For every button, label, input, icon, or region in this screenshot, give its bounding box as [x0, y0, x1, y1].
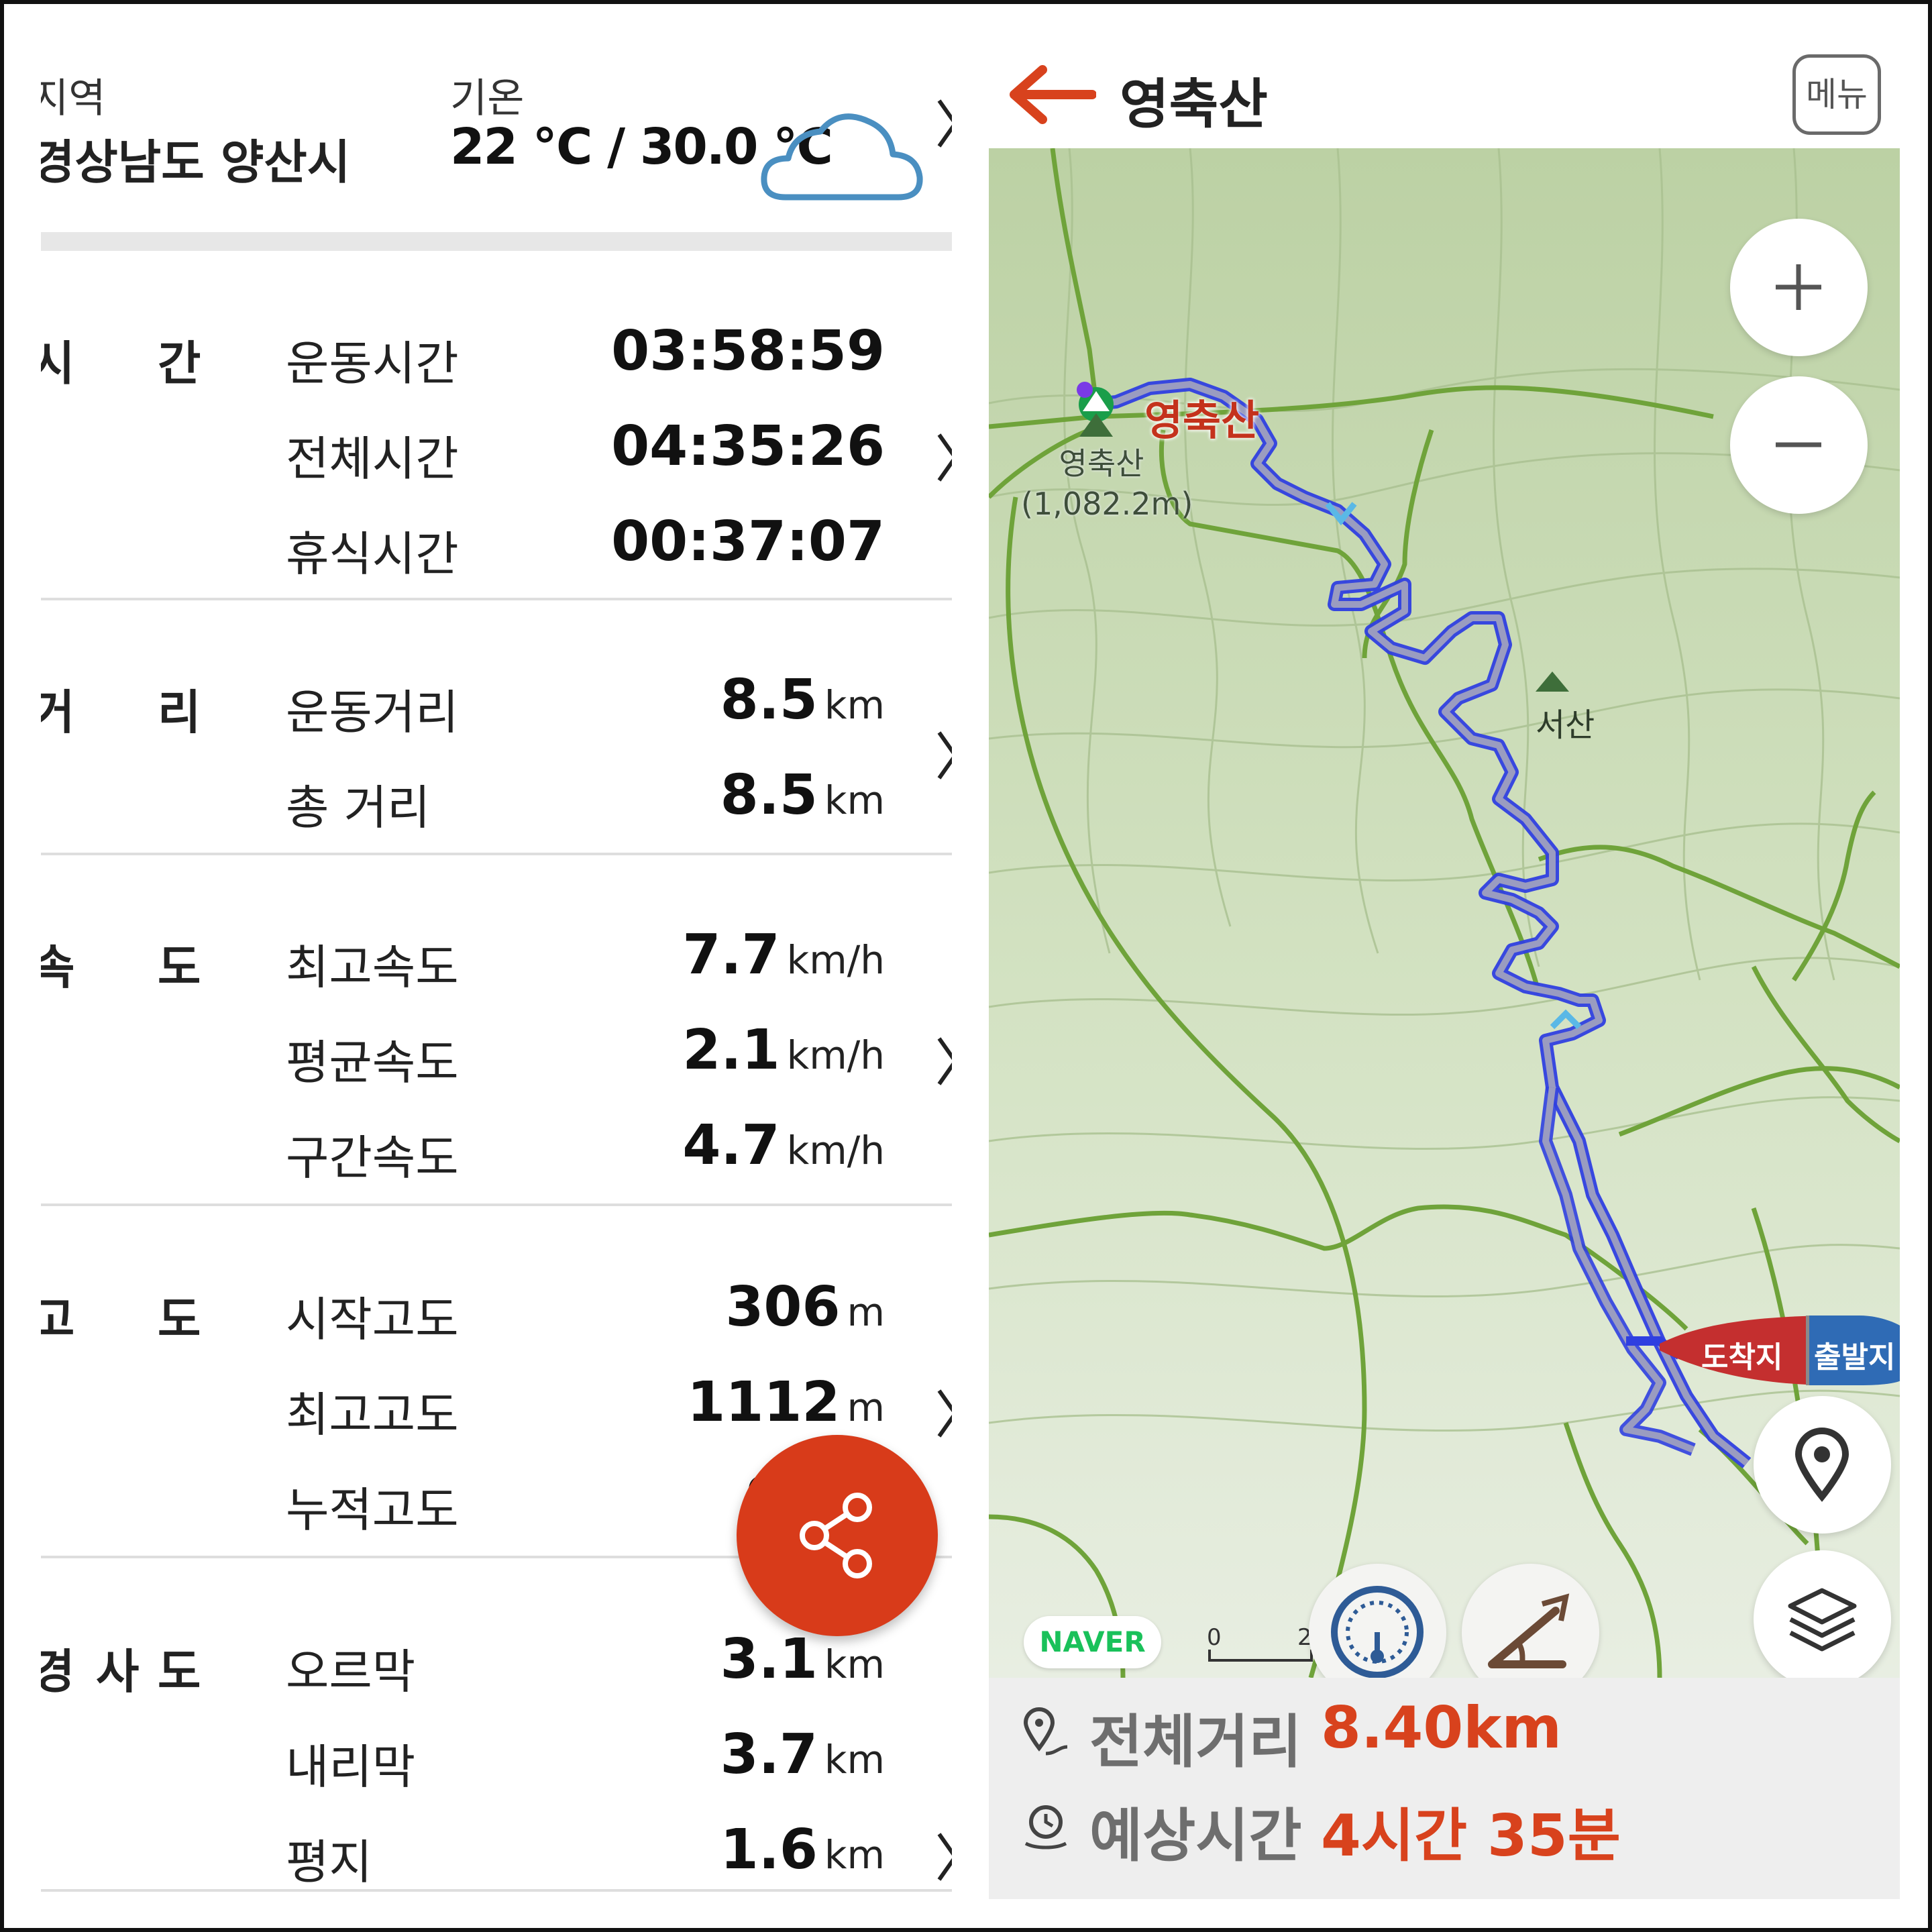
weather-row[interactable]: 지역 경상남도 양산시 기온 22 ℃ / 30.0 ℃: [41, 38, 952, 232]
max-altitude-label: 최고고도: [286, 1387, 459, 1442]
total-distance-label: 전체거리: [1089, 1709, 1302, 1776]
downhill-value: 3.7 km: [720, 1723, 885, 1786]
total-distance-value: 8.5 km: [720, 763, 885, 827]
avg-speed-value: 2.1 km/h: [682, 1018, 885, 1082]
peak-elevation: (1,082.2m): [1021, 486, 1193, 522]
layers-icon: [1788, 1588, 1857, 1652]
section-title-char: 거: [41, 685, 75, 740]
map-layers-button[interactable]: [1754, 1550, 1891, 1678]
temperature-label: 기온: [450, 75, 525, 122]
expected-time-value: 4시간 35분: [1321, 1803, 1621, 1870]
peak2-label: 서산: [1536, 706, 1595, 744]
peak-label: 영축산: [1144, 396, 1260, 445]
minus-icon: [1776, 442, 1821, 447]
region-label: 지역: [41, 75, 106, 122]
rest-time-label: 휴식시간: [286, 527, 459, 582]
section-title-char: 간: [158, 336, 201, 391]
flat-label: 평지: [286, 1835, 372, 1890]
menu-button[interactable]: 메뉴: [1792, 54, 1881, 135]
section-title: 경 사 도: [41, 1634, 233, 1699]
section-title-char: 도: [158, 940, 201, 995]
clock-pin-icon: [1024, 1805, 1067, 1849]
uphill-value: 3.1 km: [720, 1627, 885, 1691]
route-map-panel: 영축산 메뉴 영축산 영축산 (1,082.2m) 서산 도착지 출발지 NAV…: [989, 38, 1900, 1899]
chevron-right-icon[interactable]: [935, 1387, 952, 1440]
chevron-right-icon[interactable]: [935, 431, 952, 484]
exercise-distance-value: 8.5 km: [720, 668, 885, 732]
region-value: 경상남도 양산시: [41, 135, 351, 190]
uphill-label: 오르막: [286, 1644, 416, 1699]
peak-info: 영축산 (1,082.2m): [1021, 443, 1193, 524]
section-title: 고 도: [41, 1282, 233, 1347]
start-altitude-label: 시작고도: [286, 1292, 459, 1347]
exercise-time-label: 운동시간: [286, 336, 459, 391]
my-location-button[interactable]: [1754, 1396, 1891, 1534]
slope-icon: [1488, 1593, 1570, 1668]
screenshot-frame: 지역 경상남도 양산시 기온 22 ℃ / 30.0 ℃ 시 간 운동시간 03…: [0, 0, 1932, 1932]
zoom-in-button[interactable]: [1730, 219, 1868, 356]
arrival-flag: 도착지: [1660, 1310, 1826, 1391]
section-title-char: 속: [41, 940, 75, 995]
total-time-value: 04:35:26: [611, 415, 885, 478]
page-title: 영축산: [1120, 73, 1268, 136]
flat-value: 1.6 km: [720, 1818, 885, 1882]
map-header: 영축산 메뉴: [989, 38, 1900, 148]
section-title: 거 리: [41, 675, 233, 740]
naver-logo: NAVER: [1024, 1616, 1161, 1668]
section-title-char: 도: [158, 1292, 201, 1347]
divider: [41, 1889, 952, 1892]
record-stats-panel: 지역 경상남도 양산시 기온 22 ℃ / 30.0 ℃ 시 간 운동시간 03…: [41, 38, 952, 1899]
cloud-icon: [759, 111, 926, 205]
max-speed-label: 최고속도: [286, 940, 459, 995]
map-scale-bar: 0 2: [1207, 1624, 1314, 1664]
departure-flag: 출발지: [1806, 1310, 1900, 1391]
start-altitude-value: 306 m: [725, 1275, 885, 1339]
total-distance-label: 총 거리: [286, 780, 431, 835]
section-title: 시 간: [41, 326, 233, 391]
divider: [41, 853, 952, 855]
segment-speed-value: 4.7 km/h: [682, 1114, 885, 1177]
section-title: 속 도: [41, 930, 233, 995]
max-altitude-value: 1112 m: [687, 1371, 885, 1434]
section-title-char: 시: [41, 336, 75, 391]
back-arrow-icon[interactable]: [1009, 64, 1097, 125]
rest-time-value: 00:37:07: [611, 510, 885, 574]
avg-speed-label: 평균속도: [286, 1035, 459, 1090]
map-view[interactable]: 영축산 영축산 (1,082.2m) 서산 도착지 출발지 NAVER 0 2: [989, 148, 1900, 1678]
total-distance-row: 전체거리 8.40km: [1019, 1695, 1891, 1776]
section-title-char: 리: [158, 685, 201, 740]
downhill-label: 내리막: [286, 1739, 416, 1794]
share-icon: [800, 1493, 872, 1578]
section-separator: [41, 232, 952, 251]
chevron-right-icon[interactable]: [935, 1830, 952, 1884]
exercise-distance-label: 운동거리: [286, 685, 459, 740]
location-pin-icon: [1794, 1428, 1849, 1502]
section-title-char: 도: [158, 1644, 201, 1699]
section-title-char: 사: [96, 1644, 140, 1699]
segment-speed-label: 구간속도: [286, 1130, 459, 1185]
divider: [41, 598, 952, 600]
distance-pin-icon: [1023, 1707, 1068, 1756]
zoom-out-button[interactable]: [1730, 376, 1868, 514]
plus-icon: [1776, 264, 1821, 310]
chevron-right-icon[interactable]: [935, 1034, 952, 1088]
total-distance-value: 8.40km: [1321, 1695, 1562, 1762]
section-title-char: 경: [41, 1644, 75, 1699]
departure-flag-label: 출발지: [1814, 1340, 1896, 1375]
speedometer-icon: [1331, 1586, 1424, 1678]
peak-sub-name: 영축산: [1059, 445, 1144, 482]
chevron-right-icon[interactable]: [935, 729, 952, 782]
cumulative-altitude-label: 누적고도: [286, 1483, 459, 1538]
expected-time-label: 예상시간: [1089, 1803, 1302, 1870]
max-speed-value: 7.7 km/h: [682, 923, 885, 987]
route-summary: 전체거리 8.40km 예상시간 4시간 35분: [989, 1678, 1900, 1899]
section-title-char: 고: [41, 1292, 75, 1347]
share-button[interactable]: [737, 1435, 938, 1636]
arrival-flag-label: 도착지: [1701, 1340, 1783, 1375]
expected-time-row: 예상시간 4시간 35분: [1019, 1788, 1891, 1870]
total-time-label: 전체시간: [286, 431, 459, 486]
exercise-time-value: 03:58:59: [611, 319, 885, 383]
chevron-right-icon[interactable]: [935, 97, 952, 150]
divider: [41, 1203, 952, 1206]
